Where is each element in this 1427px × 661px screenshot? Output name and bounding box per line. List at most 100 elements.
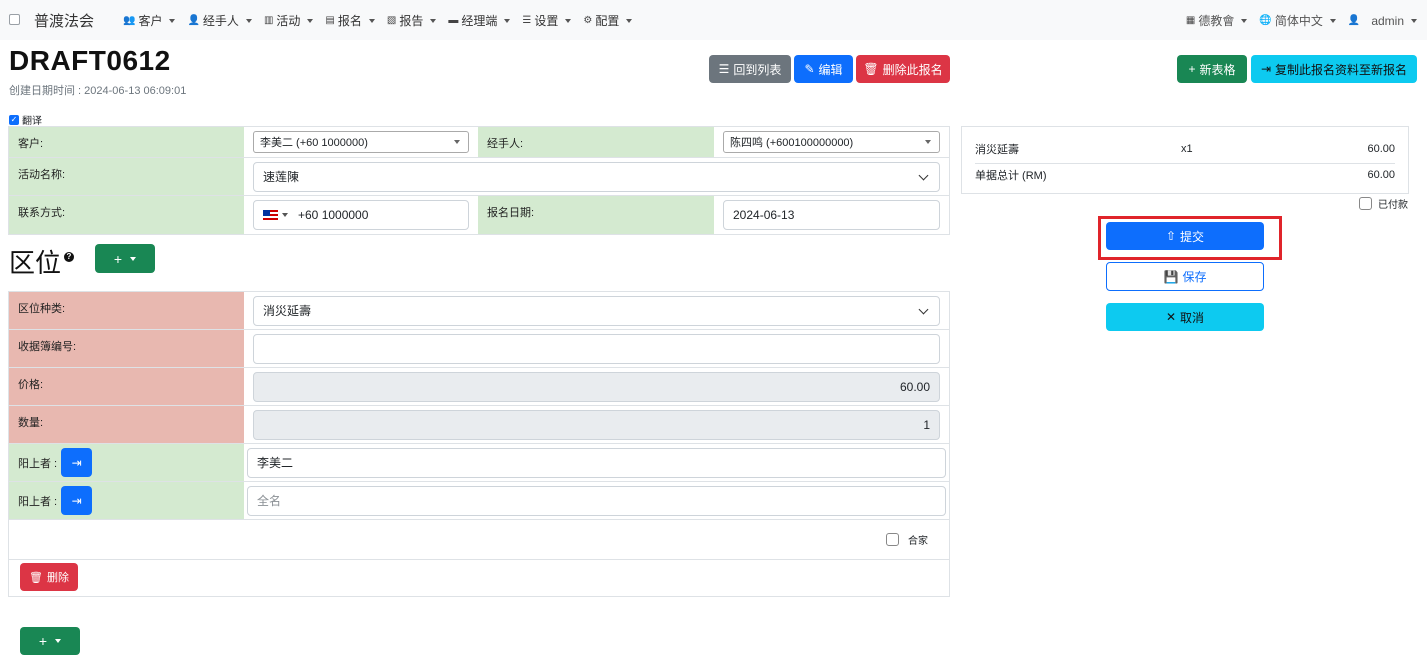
nav-manager[interactable]: ▬ 经理端 [448,12,511,29]
language-switcher[interactable]: 🌐 简体中文 [1259,12,1336,29]
phone-input[interactable]: +60 1000000 [253,200,469,230]
sign-in-icon: ⇥ [71,493,82,508]
cancel-button[interactable]: ✕ 取消 [1106,303,1264,331]
list-icon: ☰ [718,62,730,76]
checkbox-checked-icon[interactable]: ✓ [9,114,19,125]
summary-total-row: 单据总计 (RM) 60.00 [975,169,1395,182]
yang2-input[interactable]: 全名 [247,485,946,516]
slot-form: 区位种类: 消災延壽 收据簿编号: 价格: 60.00 数量: 1 阳上者 : … [8,291,950,597]
plus-icon: + [1188,62,1196,76]
slot-row-yang2: 阳上者 : ⇥ 全名 [9,482,949,520]
nav-customers[interactable]: 👥 客户 [123,12,176,29]
slot-row-actions: 🗑 删除 [9,560,949,594]
question-circle-icon[interactable]: ? [64,252,74,262]
gear-icon: ⚙ [583,15,593,26]
handler-select[interactable]: 陈四鸣 (+600100000000) [723,131,940,153]
user-menu[interactable]: 👤 admin [1348,12,1417,29]
new-form-button[interactable]: + 新表格 [1177,55,1247,83]
nav-config[interactable]: ⚙ 配置 [583,12,633,29]
caret-down-icon [626,18,633,23]
receipt-label: 收据簿编号: [9,330,244,367]
caret-down-icon [1241,18,1248,23]
yang1-label-cell: 阳上者 : ⇥ [9,444,244,481]
activity-label: 活动名称: [9,158,244,195]
translate-toggle[interactable]: ✓ 翻译 [9,112,42,127]
trash-icon: 🗑 [863,62,879,76]
customer-select[interactable]: 李美二 (+60 1000000) [253,131,469,153]
edit-icon: ✎ [804,62,815,76]
org-switcher[interactable]: ▦ 德教會 [1185,12,1248,29]
caret-down-icon [130,256,137,261]
fill-yang2-button[interactable]: ⇥ [61,486,93,515]
trash-icon: 🗑 [29,571,43,584]
caret-down-icon [282,213,288,217]
order-summary: 消災延壽 x1 60.00 单据总计 (RM) 60.00 [961,126,1409,194]
handler-label: 经手人: [478,127,714,157]
caret-down-icon [307,18,314,23]
chevron-down-icon [918,170,929,180]
floppy-disk-icon: 💾 [1163,269,1179,284]
slot-row-price: 价格: 60.00 [9,368,949,406]
form-row-contact: 联系方式: +60 1000000 报名日期: 2024-06-13 [9,196,949,234]
receipt-input[interactable] [253,333,940,364]
slot-row-yang1: 阳上者 : ⇥ 李美二 [9,444,949,482]
summary-item-row: 消災延壽 x1 60.00 [975,143,1395,156]
section-title: 区位 [9,248,62,278]
nav-handlers[interactable]: 👤 经手人 [187,12,252,29]
activity-select[interactable]: 速莲陳 [253,161,940,192]
user-tie-icon: 👤 [187,15,200,26]
price-input: 60.00 [253,371,940,402]
save-button[interactable]: 💾 保存 [1106,262,1264,291]
customer-label: 客户: [9,127,244,157]
reg-date-input[interactable]: 2024-06-13 [723,200,940,230]
page-title: DRAFT0612 [9,45,171,76]
map-icon: ▥ [263,15,274,26]
sign-in-icon: ⇥ [71,455,82,470]
slot-type-select[interactable]: 消災延壽 [253,295,940,326]
submit-button[interactable]: ⇧ 提交 [1106,222,1264,250]
brand-title[interactable]: 普渡法会 [34,10,94,31]
registration-form: 客户: 李美二 (+60 1000000) 经手人: 陈四鸣 (+6001000… [8,126,950,235]
caret-down-icon [504,18,511,23]
select-arrow-icon [454,140,460,144]
malaysia-flag-icon[interactable] [263,210,278,220]
copy-to-new-button[interactable]: ⇥ 复制此报名资料至新报名 [1251,55,1417,83]
reg-date-label: 报名日期: [478,196,714,234]
file-export-icon: ▧ [386,15,397,26]
paid-checkbox[interactable] [1359,197,1372,210]
price-label: 价格: [9,368,244,405]
nav-reports[interactable]: ▧ 报告 [386,12,437,29]
caret-down-icon [245,18,252,23]
form-row-customer: 客户: 李美二 (+60 1000000) 经手人: 陈四鸣 (+6001000… [9,127,949,158]
delete-slot-button[interactable]: 🗑 删除 [20,563,78,591]
caret-down-icon [368,18,375,23]
family-checkbox[interactable] [886,533,899,546]
add-slot-dropdown-button[interactable]: + [95,244,155,273]
qty-label: 数量: [9,406,244,443]
yang1-input[interactable]: 李美二 [247,447,946,478]
nav-activities[interactable]: ▥ 活动 [263,12,314,29]
caret-down-icon [1411,18,1417,23]
globe-icon: 🌐 [1259,15,1272,26]
brand-logo-icon[interactable] [9,14,20,25]
nav-registrations[interactable]: ▤ 报名 [325,12,375,29]
upload-icon: ⇧ [1165,229,1177,243]
back-to-list-button[interactable]: ☰ 回到列表 [709,55,791,83]
sign-out-icon: ⇥ [1260,62,1272,76]
contact-label: 联系方式: [9,196,244,234]
file-icon: ▤ [325,15,335,26]
slot-row-qty: 数量: 1 [9,406,949,444]
building-icon: ▦ [1185,15,1196,26]
briefcase-icon: ▬ [448,15,459,26]
edit-button[interactable]: ✎ 编辑 [794,55,853,83]
yang2-label-cell: 阳上者 : ⇥ [9,482,244,519]
users-icon: 👥 [123,15,136,26]
delete-registration-button[interactable]: 🗑 删除此报名 [856,55,950,83]
nav-settings[interactable]: ☰ 设置 [522,12,572,29]
caret-down-icon [1329,18,1336,23]
paid-toggle[interactable]: 已付款 [1359,196,1408,211]
add-section-dropdown-button[interactable]: + [20,627,80,655]
qty-input: 1 [253,409,940,440]
select-arrow-icon [925,140,931,144]
fill-yang1-button[interactable]: ⇥ [61,448,93,477]
